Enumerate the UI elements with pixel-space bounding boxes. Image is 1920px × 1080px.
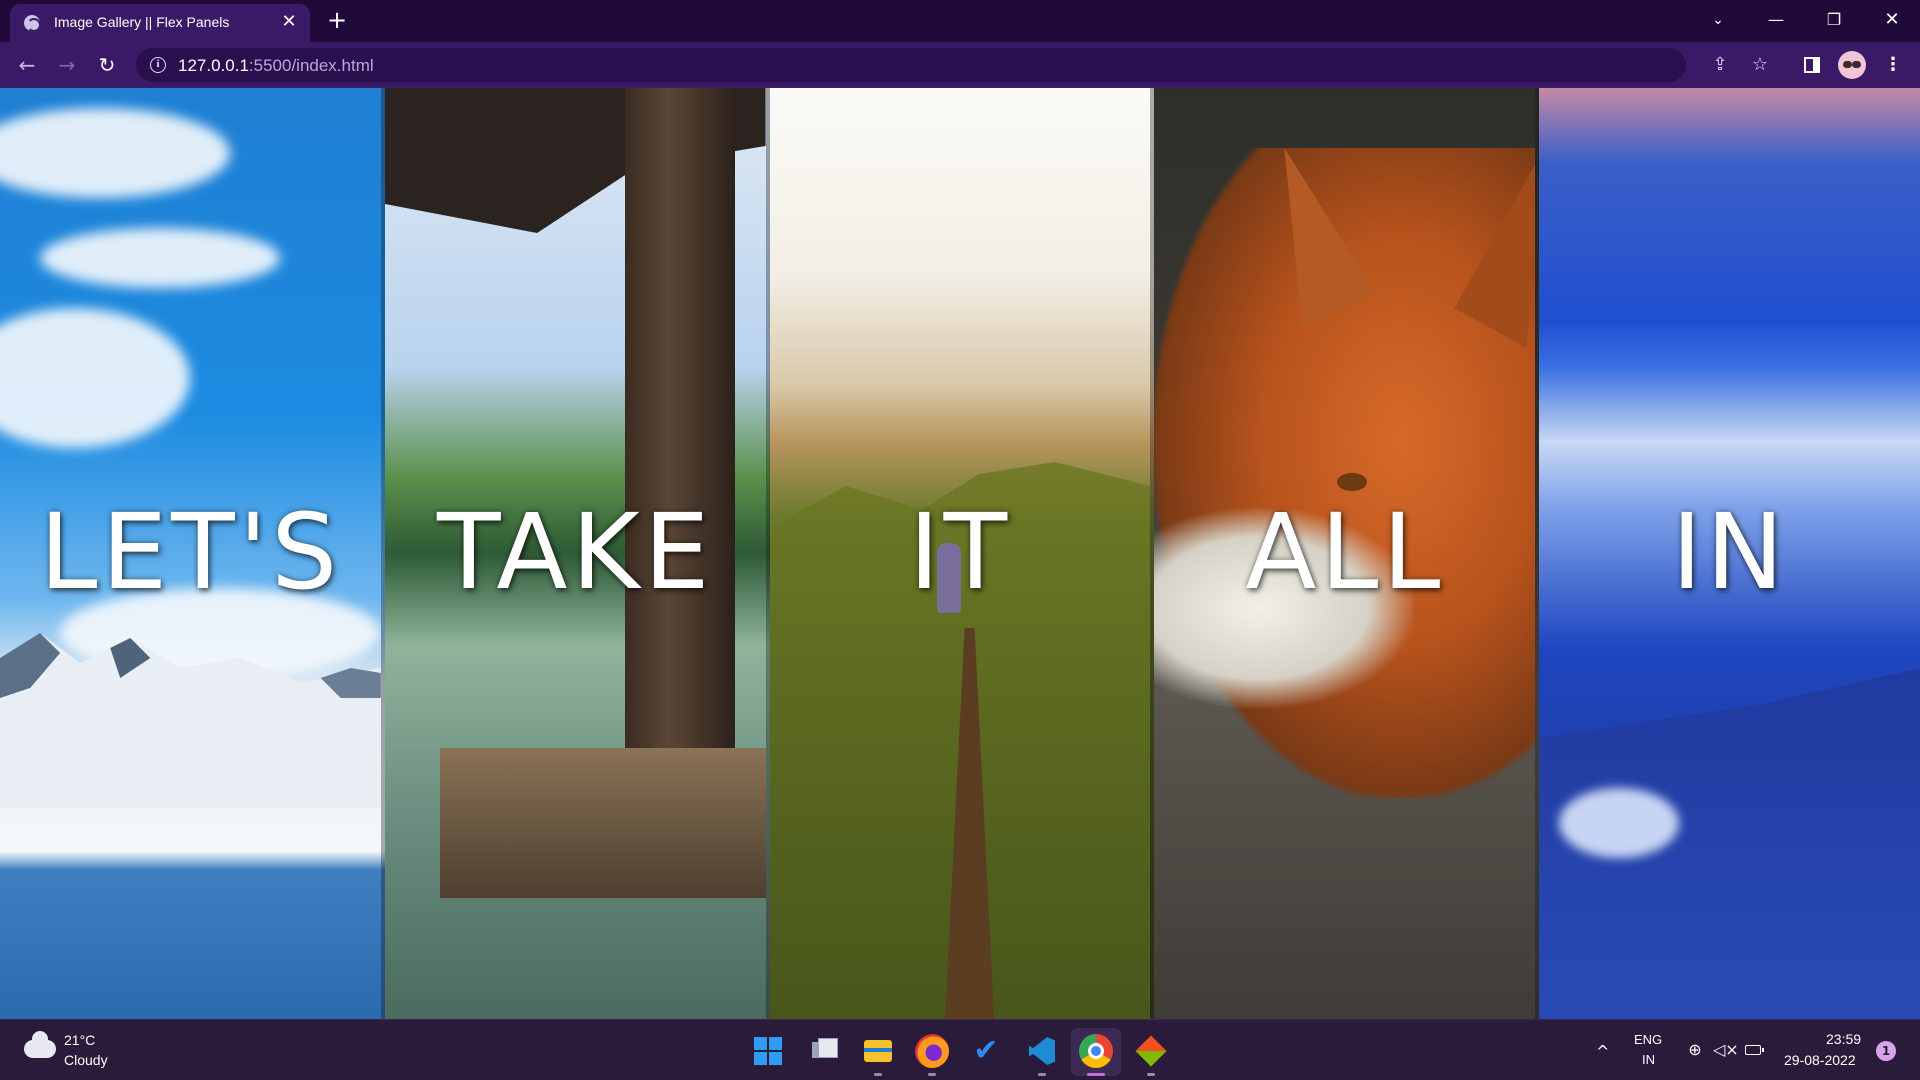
- weather-temperature[interactable]: 21°C: [64, 1032, 95, 1048]
- panel-word: ALL: [1245, 491, 1445, 613]
- flex-panels-gallery: LET'S TAKE IT ALL IN: [0, 88, 1920, 1019]
- tab-title: Image Gallery || Flex Panels: [54, 14, 230, 30]
- url-path: :5500/index.html: [248, 56, 374, 75]
- browser-menu-icon[interactable]: ⋮: [1880, 52, 1906, 78]
- wooden-post: [624, 88, 735, 748]
- todo-check-icon[interactable]: ✔: [969, 1034, 1003, 1068]
- language-indicator[interactable]: ENG: [1634, 1032, 1662, 1047]
- panel-2[interactable]: TAKE: [384, 88, 770, 1019]
- show-hidden-icons-chevron[interactable]: ^: [1596, 1042, 1609, 1061]
- file-explorer-icon[interactable]: [861, 1034, 895, 1068]
- cloud-shape: [1559, 788, 1680, 858]
- browser-tab-active[interactable]: Image Gallery || Flex Panels ✕: [10, 4, 310, 42]
- panel-word: LET'S: [39, 491, 342, 613]
- forward-button[interactable]: →: [52, 51, 82, 79]
- active-indicator: [1087, 1073, 1105, 1076]
- volume-muted-icon[interactable]: ◁×: [1713, 1040, 1739, 1059]
- browser-toolbar: ← → ↻ i 127.0.0.1:5500/index.html ⇪ ☆ ⋮: [0, 42, 1920, 88]
- panel-word: IN: [1671, 491, 1788, 613]
- profile-avatar[interactable]: [1838, 51, 1866, 79]
- globe-icon: [24, 15, 41, 32]
- url-text[interactable]: 127.0.0.1:5500/index.html: [178, 56, 374, 76]
- minimize-button[interactable]: —: [1748, 0, 1804, 42]
- cloud-shape: [40, 228, 280, 288]
- cloud-shape: [0, 108, 230, 198]
- back-button[interactable]: ←: [12, 51, 42, 79]
- network-icon[interactable]: ⊕: [1684, 1040, 1706, 1059]
- tab-search-button[interactable]: ⌄: [1690, 0, 1746, 42]
- git-client-icon[interactable]: [1134, 1034, 1168, 1068]
- site-info-icon[interactable]: i: [150, 57, 166, 73]
- running-indicator: [928, 1073, 936, 1076]
- side-panel-icon[interactable]: [1799, 52, 1825, 78]
- tab-close-button[interactable]: ✕: [278, 11, 300, 33]
- panel-4[interactable]: ALL: [1154, 88, 1540, 1019]
- window-close-button[interactable]: ✕: [1864, 0, 1920, 42]
- battery-icon[interactable]: [1742, 1040, 1764, 1059]
- browser-tab-strip: Image Gallery || Flex Panels ✕ + ⌄ — ❐ ✕: [0, 0, 1920, 42]
- running-indicator: [874, 1073, 882, 1076]
- address-bar[interactable]: i 127.0.0.1:5500/index.html ⇪ ☆: [136, 48, 1768, 82]
- task-view-icon[interactable]: [807, 1034, 841, 1068]
- new-tab-button[interactable]: +: [324, 8, 350, 34]
- windows-start-icon[interactable]: [751, 1034, 785, 1068]
- snow-mountains: [0, 633, 381, 808]
- share-icon[interactable]: ⇪: [1708, 54, 1732, 76]
- chrome-icon[interactable]: [1079, 1034, 1113, 1068]
- panel-1[interactable]: LET'S: [0, 88, 385, 1019]
- cloud-shape: [0, 308, 190, 448]
- reload-button[interactable]: ↻: [92, 51, 122, 79]
- cloud-icon[interactable]: [24, 1031, 56, 1058]
- running-indicator: [1147, 1073, 1155, 1076]
- panel-word: IT: [908, 491, 1012, 613]
- clock-time[interactable]: 23:59: [1826, 1031, 1861, 1047]
- taskbar: 21°C Cloudy ✔ ^ ENG IN ⊕ ◁× 23:59 29-08-…: [0, 1019, 1920, 1080]
- panel-5[interactable]: IN: [1539, 88, 1920, 1019]
- running-indicator: [1038, 1073, 1046, 1076]
- language-region[interactable]: IN: [1642, 1052, 1655, 1067]
- panel-word: TAKE: [436, 491, 714, 613]
- bookmark-star-icon[interactable]: ☆: [1748, 54, 1772, 76]
- restore-button[interactable]: ❐: [1806, 0, 1862, 42]
- firefox-icon[interactable]: [915, 1034, 949, 1068]
- wooden-dock: [439, 748, 766, 898]
- notification-badge[interactable]: 1: [1876, 1041, 1896, 1061]
- clock-date[interactable]: 29-08-2022: [1784, 1052, 1856, 1068]
- vscode-icon[interactable]: [1025, 1034, 1059, 1068]
- panel-3[interactable]: IT: [769, 88, 1155, 1019]
- url-host: 127.0.0.1: [178, 56, 249, 75]
- weather-description[interactable]: Cloudy: [64, 1052, 108, 1068]
